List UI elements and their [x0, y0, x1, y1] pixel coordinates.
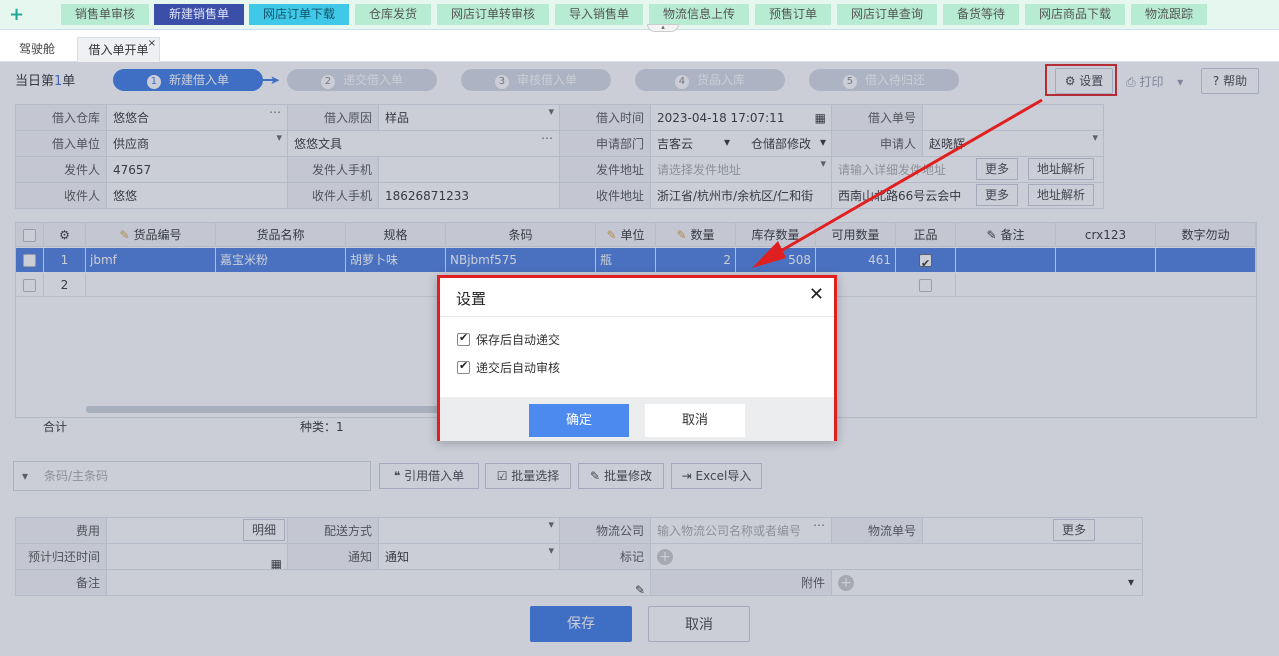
dialog-cancel-button[interactable]: 取消: [645, 404, 745, 437]
nav-tab-order-to-audit[interactable]: 网店订单转审核: [437, 4, 549, 25]
tab-cockpit[interactable]: 驾驶舱: [6, 37, 68, 62]
nav-tab-sales-audit[interactable]: 销售单审核: [61, 4, 149, 25]
option-label: 递交后自动审核: [476, 361, 561, 375]
dialog-title: 设置: [456, 290, 487, 308]
collapse-handle[interactable]: ▴: [647, 24, 679, 32]
nav-tab-warehouse-ship[interactable]: 仓库发货: [355, 4, 431, 25]
tab-label: 借入单开单: [88, 43, 149, 57]
auto-submit-option[interactable]: 保存后自动递交: [457, 331, 560, 348]
nav-tab-new-sales[interactable]: 新建销售单: [154, 4, 244, 25]
nav-tab-stock-wait[interactable]: 备货等待: [943, 4, 1019, 25]
auto-audit-option[interactable]: 递交后自动审核: [457, 359, 560, 376]
nav-tab-order-download[interactable]: 网店订单下载: [249, 4, 349, 25]
nav-tab-presale[interactable]: 预售订单: [755, 4, 831, 25]
dialog-divider: [440, 316, 834, 317]
top-nav-bar: + 销售单审核 新建销售单 网店订单下载 仓库发货 网店订单转审核 导入销售单 …: [0, 0, 1279, 32]
checkbox-checked-icon[interactable]: [457, 359, 470, 374]
close-icon[interactable]: ✕: [809, 284, 824, 305]
nav-tab-goods-download[interactable]: 网店商品下载: [1025, 4, 1125, 25]
settings-dialog: 设置 ✕ 保存后自动递交 递交后自动审核 确定 取消: [437, 275, 837, 441]
nav-tab-logistics-upload[interactable]: 物流信息上传: [649, 4, 749, 25]
dialog-footer: 确定 取消: [440, 397, 834, 441]
tab-borrow-order[interactable]: 借入单开单 ×: [77, 37, 160, 62]
add-icon[interactable]: +: [9, 4, 24, 25]
close-icon[interactable]: ×: [148, 31, 156, 56]
page-tabs: 驾驶舱 借入单开单 ×: [0, 33, 1279, 62]
nav-tab-logistics-track[interactable]: 物流跟踪: [1131, 4, 1207, 25]
nav-tab-order-query[interactable]: 网店订单查询: [837, 4, 937, 25]
dialog-ok-button[interactable]: 确定: [529, 404, 629, 437]
checkbox-checked-icon[interactable]: [457, 331, 470, 346]
nav-tab-import-sales[interactable]: 导入销售单: [555, 4, 643, 25]
option-label: 保存后自动递交: [476, 333, 561, 347]
